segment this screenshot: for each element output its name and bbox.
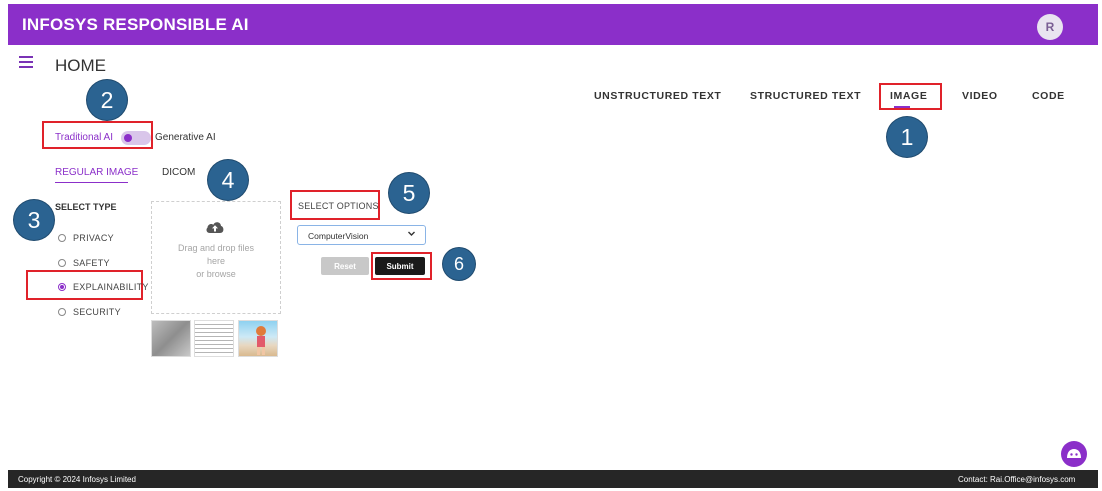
chat-bot-button[interactable] xyxy=(1061,441,1087,467)
radio-label-privacy: PRIVACY xyxy=(73,233,114,243)
radio-button-checked[interactable] xyxy=(58,283,66,291)
dropzone-text-line2: here xyxy=(206,256,225,266)
app-title: INFOSYS RESPONSIBLE AI xyxy=(22,15,249,34)
radio-security[interactable]: SECURITY xyxy=(58,307,121,317)
thumbnail-image[interactable] xyxy=(151,320,191,357)
contact-link[interactable]: Contact: Rai.Office@infosys.com xyxy=(958,475,1075,484)
radio-button[interactable] xyxy=(58,234,66,242)
dropzone-browse-link[interactable]: or browse xyxy=(151,269,281,279)
radio-label-security: SECURITY xyxy=(73,307,121,317)
radio-button[interactable] xyxy=(58,259,66,267)
tab-structured-text[interactable]: STRUCTURED TEXT xyxy=(750,90,861,102)
tab-regular-image[interactable]: REGULAR IMAGE xyxy=(55,167,138,178)
active-tab-indicator xyxy=(894,106,910,108)
callout-4: 4 xyxy=(208,160,248,200)
chevron-down-icon[interactable] xyxy=(407,229,416,238)
reset-button[interactable]: Reset xyxy=(321,257,369,275)
page-title: HOME xyxy=(55,56,106,75)
tab-video[interactable]: VIDEO xyxy=(962,90,998,102)
dropzone-text-line1: Drag and drop files xyxy=(177,243,255,253)
toggle-knob xyxy=(124,134,132,142)
callout-6: 6 xyxy=(443,248,475,280)
tab-image[interactable]: IMAGE xyxy=(890,90,927,102)
cloud-upload-icon xyxy=(206,222,224,233)
thumbnail-image[interactable] xyxy=(238,320,278,357)
callout-3: 3 xyxy=(14,200,54,240)
radio-label-safety: SAFETY xyxy=(73,258,110,268)
submit-button[interactable]: Submit xyxy=(375,257,425,275)
generative-ai-label[interactable]: Generative AI xyxy=(155,132,216,143)
traditional-ai-label[interactable]: Traditional AI xyxy=(55,132,113,143)
select-type-heading: SELECT TYPE xyxy=(55,202,117,212)
tab-code[interactable]: CODE xyxy=(1032,90,1065,102)
tab-unstructured-text[interactable]: UNSTRUCTURED TEXT xyxy=(594,90,721,102)
menu-icon[interactable] xyxy=(19,56,33,68)
radio-explainability[interactable]: EXPLAINABILITY xyxy=(58,282,149,292)
radio-privacy[interactable]: PRIVACY xyxy=(58,233,114,243)
copyright-text: Copyright © 2024 Infosys Limited xyxy=(18,475,136,484)
callout-5: 5 xyxy=(389,173,429,213)
regular-image-tab-indicator xyxy=(55,182,128,183)
thumbnail-image[interactable] xyxy=(194,320,234,357)
radio-button[interactable] xyxy=(58,308,66,316)
radio-label-explainability: EXPLAINABILITY xyxy=(73,282,149,292)
radio-safety[interactable]: SAFETY xyxy=(58,258,110,268)
person-figure-icon xyxy=(256,326,266,355)
callout-2: 2 xyxy=(87,80,127,120)
tab-dicom[interactable]: DICOM xyxy=(162,167,195,178)
dropdown-selected-value: ComputerVision xyxy=(308,231,369,241)
chat-bot-icon xyxy=(1067,449,1081,458)
callout-1: 1 xyxy=(887,117,927,157)
user-avatar[interactable]: R xyxy=(1037,14,1063,40)
footer-bar xyxy=(8,470,1098,488)
select-options-heading: SELECT OPTIONS xyxy=(298,201,379,211)
